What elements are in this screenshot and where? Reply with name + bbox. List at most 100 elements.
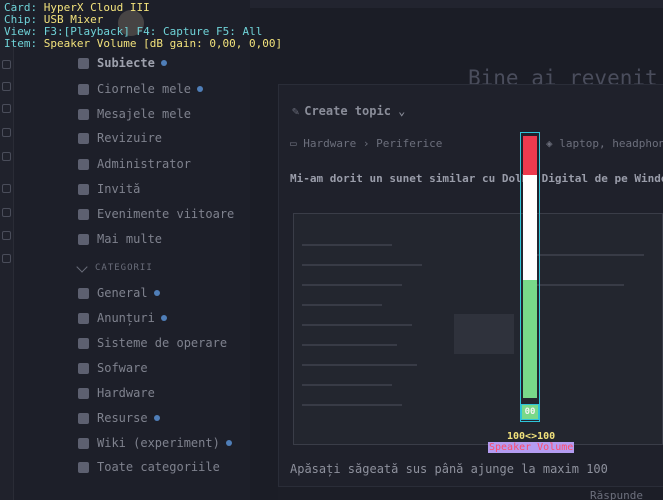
sidebar-item-5[interactable]: Invită: [78, 182, 140, 196]
category-item-1[interactable]: Anunțuri: [78, 311, 167, 325]
pencil-icon: ✎: [292, 104, 300, 118]
top-header: [250, 0, 663, 8]
categories-title[interactable]: CATEGORII: [78, 263, 153, 273]
category-item-label: Wiki (experiment): [97, 436, 220, 450]
chevron-right-icon: ›: [362, 137, 377, 150]
topic-body-line[interactable]: Mi-am dorit un sunet similar cu Dolby Di…: [290, 172, 663, 185]
wrench-icon: [78, 158, 89, 170]
flag-icon: [78, 132, 89, 144]
sidebar-item-label: Ciornele mele: [97, 82, 191, 96]
volume-segment-green: [523, 280, 537, 398]
sidebar-item-1[interactable]: Ciornele mele: [78, 82, 203, 96]
category-item-label: General: [97, 286, 148, 300]
create-topic-label: Create topic: [304, 104, 391, 118]
scroll-icon: [78, 412, 89, 424]
item-line: Item: Speaker Volume [dB gain: 0,00, 0,0…: [4, 38, 282, 50]
rail-icon[interactable]: [2, 254, 11, 263]
calendar-icon: [78, 208, 89, 220]
category-item-label: Sofware: [97, 361, 148, 375]
mixer-info: Card: HyperX Cloud III Chip: USB Mixer V…: [4, 2, 282, 50]
sidebar-item-0[interactable]: Subiecte: [70, 51, 240, 73]
category-item-label: Toate categoriile: [97, 460, 220, 474]
rail-icon[interactable]: [2, 231, 11, 240]
rail-icon[interactable]: [2, 104, 11, 113]
sidebar-item-2[interactable]: Mesajele mele: [78, 107, 191, 121]
app-rail: [0, 0, 14, 500]
rail-icon[interactable]: [2, 184, 11, 193]
list-icon: [78, 461, 89, 473]
send-icon: [78, 183, 89, 195]
sidebar-item-label: Subiecte: [97, 56, 155, 70]
sidebar-item-3[interactable]: Revizuire: [78, 131, 162, 145]
embedded-line: [302, 344, 397, 346]
sidebar-item-label: Invită: [97, 182, 141, 196]
category-item-4[interactable]: Hardware: [78, 386, 155, 400]
rail-icon[interactable]: [2, 152, 11, 161]
tag-selector[interactable]: ◈ laptop, headphon: [546, 137, 663, 150]
volume-segment-white: [523, 175, 537, 280]
sidebar-item-label: Mai multe: [97, 232, 163, 246]
volume-bar[interactable]: [523, 136, 537, 398]
sidebar-item-label: Mesajele mele: [97, 107, 191, 121]
user-icon: [78, 83, 89, 95]
sidebar-item-label: Revizuire: [97, 131, 163, 145]
control-name[interactable]: Speaker Volume: [488, 442, 575, 453]
unread-dot-icon: [153, 290, 160, 296]
sidebar-item-6[interactable]: Evenimente viitoare: [78, 207, 234, 221]
book-icon: [78, 312, 89, 324]
embedded-line: [302, 284, 402, 286]
book-icon: [78, 287, 89, 299]
item-label: Item:: [4, 37, 38, 50]
embedded-line: [534, 284, 624, 286]
shield-icon: [78, 337, 89, 349]
category-item-5[interactable]: Resurse: [78, 411, 160, 425]
category-item-0[interactable]: General: [78, 286, 160, 300]
category-item-label: Resurse: [97, 411, 148, 425]
sidebar: [14, 0, 250, 500]
category-item-7[interactable]: Toate categoriile: [78, 460, 220, 474]
chevron-down-icon: ⌄: [398, 104, 406, 118]
db-badge: 00: [521, 404, 539, 420]
instruction-line[interactable]: Apăsați săgeată sus până ajunge la maxim…: [290, 462, 608, 476]
unread-dot-icon: [160, 60, 167, 66]
embedded-line: [302, 404, 402, 406]
unread-dot-icon: [160, 315, 167, 321]
category-item-3[interactable]: Sofware: [78, 361, 148, 375]
category-item-2[interactable]: Sisteme de operare: [78, 336, 227, 350]
embedded-line: [302, 384, 392, 386]
unread-dot-icon: [196, 86, 203, 92]
books-icon: [78, 437, 89, 449]
category-item-label: Hardware: [97, 386, 155, 400]
sidebar-item-label: Evenimente viitoare: [97, 207, 235, 221]
embedded-line: [302, 364, 417, 366]
sidebar-item-label: Administrator: [97, 157, 191, 171]
category-item-label: Anunțuri: [97, 311, 155, 325]
volume-segment-red: [523, 136, 537, 175]
sidebar-item-4[interactable]: Administrator: [78, 157, 191, 171]
rail-icon[interactable]: [2, 128, 11, 137]
puzzle-icon: [78, 362, 89, 374]
unread-dot-icon: [225, 440, 232, 446]
item-value: Speaker Volume [dB gain: 0,00, 0,00]: [43, 37, 283, 50]
reply-button[interactable]: Răspunde: [590, 489, 643, 500]
category-item-6[interactable]: Wiki (experiment): [78, 436, 232, 450]
monitor-icon: ▭: [290, 137, 304, 150]
embedded-line: [534, 254, 644, 256]
category-item-label: Sisteme de operare: [97, 336, 228, 350]
create-topic-button[interactable]: ✎ Create topic ⌄: [292, 104, 405, 118]
breadcrumb[interactable]: ▭ Hardware › Periferice: [290, 137, 442, 150]
tags-value: laptop, headphon: [559, 137, 663, 150]
layers-icon: [78, 57, 89, 69]
rail-icon[interactable]: [2, 60, 11, 69]
embedded-screenshot: [293, 213, 663, 445]
sidebar-item-7[interactable]: Mai multe: [78, 232, 162, 246]
embedded-line: [302, 264, 422, 266]
tag-icon: ◈: [546, 137, 560, 150]
breadcrumb-subcategory: Periferice: [376, 137, 443, 150]
rail-icon[interactable]: [2, 208, 11, 217]
inbox-icon: [78, 108, 89, 120]
embedded-line: [302, 244, 392, 246]
embedded-block: [454, 314, 514, 354]
embedded-line: [302, 304, 382, 306]
rail-icon[interactable]: [2, 82, 11, 91]
